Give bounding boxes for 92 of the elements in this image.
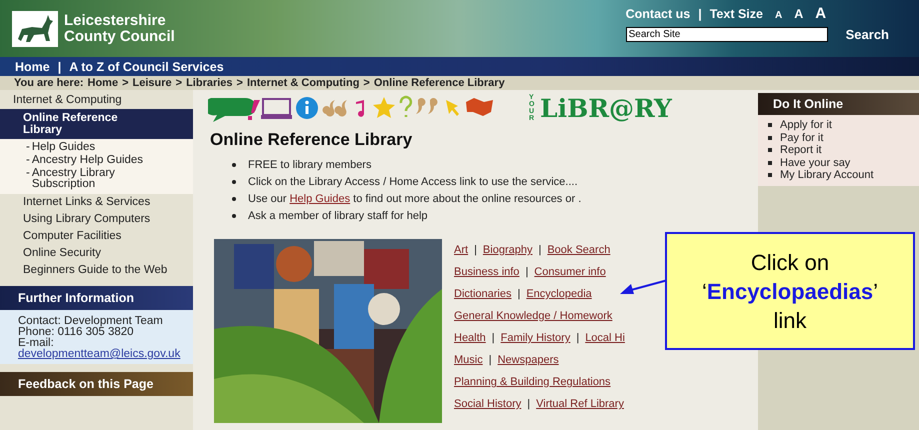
category-link[interactable]: Newspapers <box>498 354 559 366</box>
category-link[interactable]: Family History <box>500 332 570 344</box>
breadcrumb-link[interactable]: Home <box>88 77 118 89</box>
sidebar-item[interactable]: Internet Links & Services <box>0 194 193 211</box>
contact-us-link[interactable]: Contact us <box>626 7 690 21</box>
text-size-label: Text Size <box>710 7 763 21</box>
bullet-icon <box>768 123 772 128</box>
submenu-item[interactable]: Ancestry Library Subscription <box>32 168 153 190</box>
bullet-text: Use our Help Guides to find out more about the online resources or . <box>248 192 582 204</box>
breadcrumb-separator: > <box>363 77 370 89</box>
bullet-icon <box>768 136 772 140</box>
do-it-online-title: Do It Online <box>758 93 919 115</box>
breadcrumb-link[interactable]: Libraries <box>186 77 233 89</box>
breadcrumb-link[interactable]: Leisure <box>132 77 172 89</box>
contact-text: E-mail: <box>18 338 54 349</box>
category-link[interactable]: Consumer info <box>534 266 606 278</box>
separator: | <box>58 60 62 74</box>
breadcrumb-separator: > <box>122 77 128 89</box>
library-logo-text: LiBR@RY <box>540 94 672 122</box>
submenu-item[interactable]: Help Guides <box>32 142 96 153</box>
fox-logo-icon[interactable] <box>12 10 58 46</box>
link-separator: | <box>525 266 528 278</box>
text-size-link[interactable]: A <box>774 10 782 21</box>
sidebar-item[interactable]: Using Library Computers <box>0 211 193 228</box>
link-separator: | <box>474 244 477 256</box>
bullet-icon <box>232 196 236 200</box>
sidebar-item[interactable]: Online Security <box>0 245 193 262</box>
category-link[interactable]: Planning & Building Regulations <box>454 376 611 388</box>
do-it-online-link[interactable]: Pay for it <box>780 132 824 144</box>
breadcrumb-separator: > <box>176 77 182 89</box>
sidebar-section-title[interactable]: Internet & Computing <box>0 90 193 109</box>
feedback-title: Feedback on this Page <box>0 372 193 396</box>
category-link[interactable]: Local Hi <box>585 332 625 344</box>
search-field[interactable]: Search Site <box>626 27 828 42</box>
bullet-text: Click on the Library Access / Home Access link to use the service.... <box>248 176 578 188</box>
further-information-title: Further Information <box>0 286 193 310</box>
help-guides-link[interactable]: Help Guides <box>290 192 350 204</box>
category-link[interactable]: Virtual Ref Library <box>536 398 624 410</box>
do-it-online-link[interactable]: Apply for it <box>780 119 832 132</box>
bullet-text: Ask a member of library staff for help <box>248 210 428 222</box>
link-separator: | <box>576 332 580 344</box>
search-button[interactable]: Search <box>846 27 889 42</box>
category-link[interactable]: General Knowledge / Homework <box>454 310 612 322</box>
link-separator: | <box>527 398 530 410</box>
link-separator: | <box>488 354 492 366</box>
sidebar-item[interactable]: Online Reference Library <box>0 109 193 139</box>
callout-text: link <box>773 306 806 334</box>
link-separator: | <box>492 332 495 344</box>
bullet-icon <box>232 214 236 218</box>
bullet-icon <box>768 148 772 152</box>
category-link[interactable]: Art <box>454 244 468 256</box>
category-link[interactable]: Encyclopedia <box>526 288 592 300</box>
category-link[interactable]: Business info <box>454 266 520 278</box>
breadcrumb-separator: > <box>236 77 243 89</box>
callout-text: Click on <box>750 248 830 276</box>
council-name: County Council <box>64 28 175 44</box>
category-link[interactable]: Book Search <box>547 244 610 256</box>
bullet-icon <box>768 160 772 165</box>
submenu-item[interactable]: Ancestry Help Guides <box>32 155 144 166</box>
separator: | <box>698 7 702 21</box>
contact-text: Phone: 0116 305 3820 <box>18 327 135 338</box>
bullet-icon <box>232 180 236 184</box>
contact-text: Contact: Development Team <box>18 316 164 327</box>
category-link[interactable]: Biography <box>482 244 532 256</box>
category-link[interactable]: Health <box>454 332 486 344</box>
nav-link[interactable]: A to Z of Council Services <box>69 60 224 74</box>
bullet-icon <box>768 173 772 178</box>
bullet-icon <box>232 162 236 166</box>
sidebar-item[interactable]: Beginners Guide to the Web <box>0 262 193 279</box>
dash-marker: - <box>26 168 30 181</box>
category-link[interactable]: Music <box>454 354 483 366</box>
council-name: Leicestershire <box>64 12 167 28</box>
dash-marker: - <box>26 155 30 166</box>
category-link[interactable]: Social History <box>454 398 522 410</box>
page-title: Online Reference Library <box>210 130 414 150</box>
link-separator: | <box>517 288 520 300</box>
breadcrumb-label: You are here: <box>14 77 84 89</box>
dash-marker: - <box>26 142 30 153</box>
category-link[interactable]: Dictionaries <box>454 288 512 300</box>
bullet-text: FREE to library members <box>248 158 372 170</box>
do-it-online-link[interactable]: Have your say <box>780 156 850 169</box>
text-size-link[interactable]: A <box>815 5 826 22</box>
breadcrumb-link[interactable]: Internet & Computing <box>246 77 360 89</box>
link-separator: | <box>538 244 542 256</box>
do-it-online-link[interactable]: My Library Account <box>780 169 874 182</box>
do-it-online-link[interactable]: Report it <box>780 144 822 156</box>
text-size-link[interactable]: A <box>794 7 804 21</box>
callout-text: ‘Encyclopaedias’ <box>702 278 878 306</box>
sidebar-item[interactable]: Computer Facilities <box>0 228 193 245</box>
breadcrumb-link[interactable]: Online Reference Library <box>374 77 505 89</box>
nav-link[interactable]: Home <box>15 60 50 74</box>
email-link[interactable]: developmentteam@leics.gov.uk <box>18 349 185 360</box>
